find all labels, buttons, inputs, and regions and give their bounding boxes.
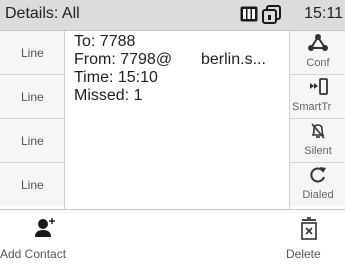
from-field: From: 7798@ berlin.s... bbox=[74, 51, 288, 69]
delete-label: Delete bbox=[286, 247, 321, 261]
add-contact-button[interactable]: Add Contact bbox=[0, 210, 90, 264]
line-key-3[interactable]: Line bbox=[0, 119, 64, 163]
line-key-4[interactable]: Line bbox=[0, 163, 64, 206]
conference-label: Conf bbox=[306, 57, 330, 69]
add-contact-label: Add Contact bbox=[0, 247, 67, 261]
time-field: Time: 15:10 bbox=[74, 69, 158, 86]
silent-button[interactable]: Silent bbox=[290, 119, 345, 163]
line-key-label: Line bbox=[21, 134, 44, 148]
dialed-label: Dialed bbox=[302, 189, 334, 201]
phone-screen: Details: All 15:11 Line Line Line Line T… bbox=[0, 0, 345, 264]
redial-icon bbox=[290, 165, 345, 187]
smart-transfer-label: SmartTr bbox=[292, 101, 332, 113]
smart-transfer-button[interactable]: SmartTr bbox=[290, 75, 345, 119]
keypad-status-icon bbox=[240, 6, 258, 27]
silent-label: Silent bbox=[304, 145, 332, 157]
clock: 15:11 bbox=[304, 5, 343, 22]
add-contact-icon bbox=[34, 217, 56, 244]
screen-title: Details: All bbox=[5, 5, 80, 22]
silent-bell-icon bbox=[290, 121, 345, 143]
conference-button[interactable]: Conf bbox=[290, 31, 345, 75]
from-domain: berlin.s... bbox=[201, 51, 266, 68]
line-key-label: Line bbox=[21, 90, 44, 104]
delete-button[interactable]: Delete bbox=[275, 210, 345, 264]
line-key-label: Line bbox=[21, 178, 44, 192]
from-number: From: 7798@ bbox=[74, 51, 173, 68]
line-key-column: Line Line Line Line bbox=[0, 31, 65, 209]
smart-transfer-icon bbox=[290, 77, 345, 99]
dialed-button[interactable]: Dialed bbox=[290, 163, 345, 206]
to-field: To: 7788 bbox=[74, 33, 136, 50]
trash-icon bbox=[299, 217, 319, 246]
device-status-icon bbox=[262, 5, 281, 29]
line-key-2[interactable]: Line bbox=[0, 75, 64, 119]
conference-icon bbox=[290, 33, 345, 55]
missed-count: Missed: 1 bbox=[74, 87, 143, 104]
header-bar: Details: All 15:11 bbox=[0, 0, 345, 31]
line-key-label: Line bbox=[21, 46, 44, 60]
line-key-1[interactable]: Line bbox=[0, 31, 64, 75]
bottom-bar: Add Contact Delete bbox=[0, 209, 345, 264]
call-details: To: 7788 From: 7798@ berlin.s... Time: 1… bbox=[74, 31, 288, 209]
soft-key-column: Conf SmartTr Silent Dialed bbox=[289, 31, 345, 209]
